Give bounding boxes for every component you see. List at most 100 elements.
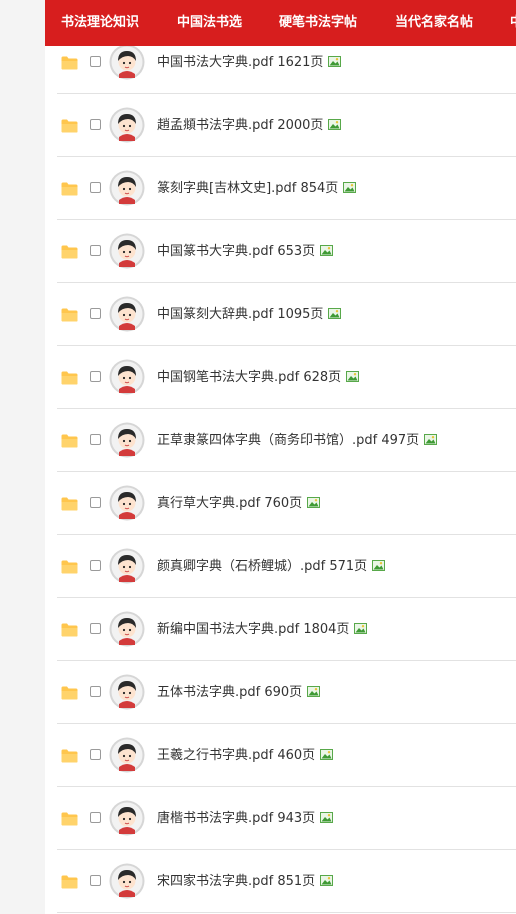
avatar-icon — [109, 107, 145, 143]
file-name-link[interactable]: 真行草大字典.pdf 760页 — [157, 472, 321, 535]
folder-icon — [61, 685, 78, 700]
select-checkbox[interactable] — [90, 56, 101, 67]
file-name-link[interactable]: 中国篆刻大辞典.pdf 1095页 — [157, 283, 342, 346]
select-checkbox[interactable] — [90, 623, 101, 634]
file-name-link[interactable]: 颜真卿字典（石桥鲤城）.pdf 571页 — [157, 535, 386, 598]
image-icon — [323, 307, 342, 322]
file-name-text: 正草隶篆四体字典（商务印书馆）.pdf 497页 — [157, 433, 420, 448]
file-name-link[interactable]: 中国篆书大字典.pdf 653页 — [157, 220, 334, 283]
folder-icon — [61, 433, 78, 448]
tab-contemporary-masters[interactable]: 当代名家名帖 — [395, 0, 473, 46]
avatar-icon — [109, 44, 145, 80]
image-icon — [367, 559, 386, 574]
file-name-text: 颜真卿字典（石桥鲤城）.pdf 571页 — [157, 559, 368, 574]
list-item: 王羲之行书字典.pdf 460页 — [57, 724, 516, 787]
file-name-text: 宋四家书法字典.pdf 851页 — [157, 874, 316, 889]
folder-icon — [61, 55, 78, 70]
list-item: 中国篆刻大辞典.pdf 1095页 — [57, 283, 516, 346]
file-name-text: 唐楷书书法字典.pdf 943页 — [157, 811, 316, 826]
folder-icon — [61, 370, 78, 385]
list-item: 唐楷书书法字典.pdf 943页 — [57, 787, 516, 850]
avatar-icon — [109, 863, 145, 899]
list-item: 真行草大字典.pdf 760页 — [57, 472, 516, 535]
list-item: 新编中国书法大字典.pdf 1804页 — [57, 598, 516, 661]
folder-icon — [61, 244, 78, 259]
file-name-link[interactable]: 趙孟頫书法字典.pdf 2000页 — [157, 94, 342, 157]
image-icon — [315, 811, 334, 826]
select-checkbox[interactable] — [90, 182, 101, 193]
avatar-icon — [109, 674, 145, 710]
folder-icon — [61, 811, 78, 826]
folder-icon — [61, 118, 78, 133]
list-item: 篆刻字典[吉林文史].pdf 854页 — [57, 157, 516, 220]
select-checkbox[interactable] — [90, 560, 101, 571]
select-checkbox[interactable] — [90, 245, 101, 256]
file-name-link[interactable]: 唐楷书书法字典.pdf 943页 — [157, 787, 334, 850]
image-icon — [323, 118, 342, 133]
file-name-text: 新编中国书法大字典.pdf 1804页 — [157, 622, 350, 637]
image-icon — [315, 874, 334, 889]
image-icon — [302, 685, 321, 700]
folder-icon — [61, 622, 78, 637]
file-name-text: 五体书法字典.pdf 690页 — [157, 685, 303, 700]
select-checkbox[interactable] — [90, 875, 101, 886]
file-list: 中国书法大字典.pdf 1621页 趙孟頫书法字典.pdf 2000页 篆刻字典[吉… — [57, 31, 516, 913]
image-icon — [302, 496, 321, 511]
tab-more[interactable]: 中 — [510, 0, 516, 46]
avatar-icon — [109, 485, 145, 521]
select-checkbox[interactable] — [90, 686, 101, 697]
image-icon — [315, 748, 334, 763]
select-checkbox[interactable] — [90, 371, 101, 382]
select-checkbox[interactable] — [90, 434, 101, 445]
tab-chinese-calligraphy-selection[interactable]: 中国法书选 — [177, 0, 242, 46]
folder-icon — [61, 496, 78, 511]
avatar-icon — [109, 296, 145, 332]
file-name-text: 中国篆书大字典.pdf 653页 — [157, 244, 316, 259]
folder-icon — [61, 181, 78, 196]
image-icon — [323, 55, 342, 70]
file-name-link[interactable]: 宋四家书法字典.pdf 851页 — [157, 850, 334, 913]
select-checkbox[interactable] — [90, 308, 101, 319]
folder-icon — [61, 307, 78, 322]
list-item: 颜真卿字典（石桥鲤城）.pdf 571页 — [57, 535, 516, 598]
tab-calligraphy-theory[interactable]: 书法理论知识 — [61, 0, 139, 46]
avatar-icon — [109, 422, 145, 458]
folder-icon — [61, 559, 78, 574]
file-name-text: 真行草大字典.pdf 760页 — [157, 496, 303, 511]
file-name-link[interactable]: 正草隶篆四体字典（商务印书馆）.pdf 497页 — [157, 409, 438, 472]
file-name-link[interactable]: 中国钢笔书法大字典.pdf 628页 — [157, 346, 360, 409]
file-name-link[interactable]: 篆刻字典[吉林文史].pdf 854页 — [157, 157, 357, 220]
avatar-icon — [109, 359, 145, 395]
image-icon — [419, 433, 438, 448]
image-icon — [349, 622, 368, 637]
list-item: 中国篆书大字典.pdf 653页 — [57, 220, 516, 283]
avatar-icon — [109, 233, 145, 269]
list-item: 宋四家书法字典.pdf 851页 — [57, 850, 516, 913]
avatar-icon — [109, 800, 145, 836]
file-name-link[interactable]: 王羲之行书字典.pdf 460页 — [157, 724, 334, 787]
file-name-link[interactable]: 新编中国书法大字典.pdf 1804页 — [157, 598, 368, 661]
select-checkbox[interactable] — [90, 749, 101, 760]
file-name-text: 中国篆刻大辞典.pdf 1095页 — [157, 307, 324, 322]
image-icon — [338, 181, 357, 196]
file-name-link[interactable]: 五体书法字典.pdf 690页 — [157, 661, 321, 724]
top-navigation: 书法理论知识 中国法书选 硬笔书法字帖 当代名家名帖 中 — [45, 0, 516, 46]
avatar-icon — [109, 170, 145, 206]
list-item: 正草隶篆四体字典（商务印书馆）.pdf 497页 — [57, 409, 516, 472]
file-name-text: 中国书法大字典.pdf 1621页 — [157, 55, 324, 70]
avatar-icon — [109, 737, 145, 773]
tab-hard-pen-copybooks[interactable]: 硬笔书法字帖 — [279, 0, 357, 46]
select-checkbox[interactable] — [90, 119, 101, 130]
folder-icon — [61, 874, 78, 889]
file-name-text: 篆刻字典[吉林文史].pdf 854页 — [157, 181, 339, 196]
select-checkbox[interactable] — [90, 497, 101, 508]
content-area: 中国书法大字典.pdf 1621页 趙孟頫书法字典.pdf 2000页 篆刻字典[吉… — [45, 0, 516, 914]
list-item: 趙孟頫书法字典.pdf 2000页 — [57, 94, 516, 157]
folder-icon — [61, 748, 78, 763]
file-name-text: 中国钢笔书法大字典.pdf 628页 — [157, 370, 342, 385]
list-item: 五体书法字典.pdf 690页 — [57, 661, 516, 724]
select-checkbox[interactable] — [90, 812, 101, 823]
file-name-text: 趙孟頫书法字典.pdf 2000页 — [157, 118, 324, 133]
image-icon — [315, 244, 334, 259]
image-icon — [341, 370, 360, 385]
